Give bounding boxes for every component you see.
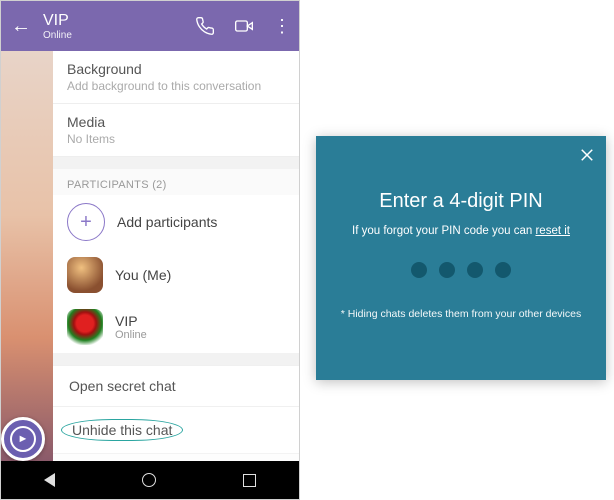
pin-dialog: Enter a 4-digit PIN If you forgot your P…	[316, 136, 606, 380]
section-gap	[53, 353, 299, 365]
phone-frame: ← VIP Online ⋮ ► Background Add backgrou…	[0, 0, 300, 500]
participant-name: VIP	[115, 313, 285, 329]
avatar	[67, 257, 103, 293]
avatar	[67, 309, 103, 345]
pin-dot	[411, 262, 427, 278]
back-arrow-icon[interactable]: ←	[11, 15, 31, 38]
compose-fab[interactable]: ►	[1, 417, 45, 461]
participant-name: You (Me)	[115, 267, 285, 283]
participants-header: PARTICIPANTS (2)	[53, 169, 299, 195]
trust-contact-row[interactable]: Trust this contact	[53, 453, 299, 461]
app-header: ← VIP Online ⋮	[1, 1, 299, 51]
unhide-chat-label: Unhide this chat	[61, 419, 183, 441]
content-body: ► Background Add background to this conv…	[1, 51, 299, 461]
nav-home-icon[interactable]	[142, 473, 156, 487]
dialog-note: * Hiding chats deletes them from your ot…	[328, 308, 594, 320]
nav-back-icon[interactable]	[44, 473, 55, 487]
dialog-subtitle: If you forgot your PIN code you can rese…	[328, 223, 594, 240]
open-secret-chat-row[interactable]: Open secret chat	[53, 365, 299, 406]
reset-pin-link[interactable]: reset it	[535, 225, 570, 237]
video-call-icon[interactable]	[233, 16, 255, 36]
add-participants-row[interactable]: + Add participants	[53, 195, 299, 249]
pin-dot	[439, 262, 455, 278]
chat-title: VIP	[43, 12, 195, 30]
background-setting[interactable]: Background Add background to this conver…	[53, 51, 299, 104]
pin-input[interactable]	[328, 262, 594, 278]
unhide-chat-row[interactable]: Unhide this chat	[53, 406, 299, 453]
media-title: Media	[67, 114, 285, 130]
voice-call-icon[interactable]	[195, 16, 215, 36]
close-icon[interactable]	[578, 146, 596, 169]
header-actions: ⋮	[195, 16, 289, 37]
participant-status: Online	[115, 329, 285, 341]
media-sub: No Items	[67, 132, 285, 146]
header-title-group: VIP Online	[43, 12, 195, 41]
chat-wallpaper-strip: ►	[1, 51, 53, 461]
participant-row[interactable]: You (Me)	[53, 249, 299, 301]
media-setting[interactable]: Media No Items	[53, 104, 299, 157]
add-participants-label: Add participants	[117, 214, 285, 230]
pin-dot	[495, 262, 511, 278]
participant-row[interactable]: VIP Online	[53, 301, 299, 353]
chat-status: Online	[43, 30, 195, 41]
background-title: Background	[67, 61, 285, 77]
pin-dot	[467, 262, 483, 278]
chat-info-panel[interactable]: Background Add background to this conver…	[53, 51, 299, 461]
plus-icon: +	[67, 203, 105, 241]
background-sub: Add background to this conversation	[67, 79, 285, 93]
dialog-sub-text: If you forgot your PIN code you can	[352, 225, 535, 237]
section-gap	[53, 157, 299, 169]
more-menu-icon[interactable]: ⋮	[273, 16, 289, 37]
nav-recent-icon[interactable]	[243, 474, 256, 487]
dialog-title: Enter a 4-digit PIN	[328, 190, 594, 213]
android-navbar	[1, 461, 299, 499]
